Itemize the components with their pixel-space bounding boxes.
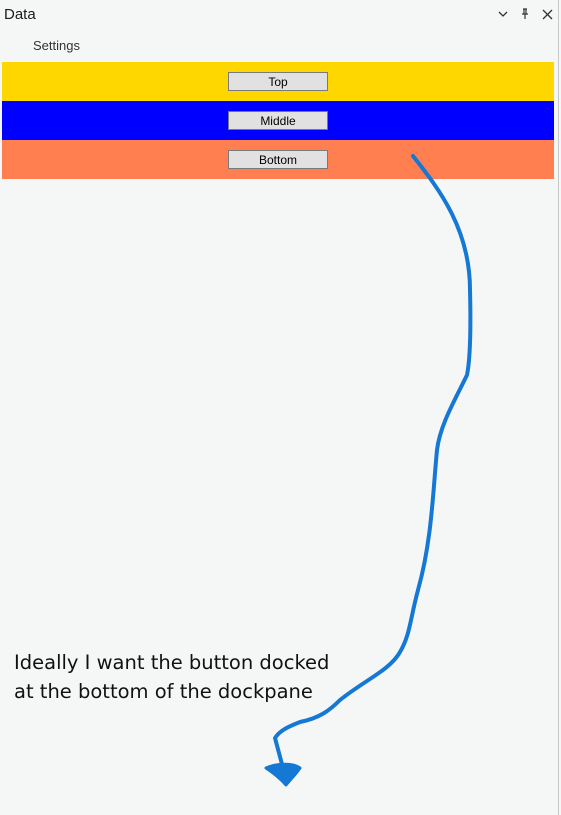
middle-button[interactable]: Middle	[228, 111, 328, 130]
middle-panel: Middle	[2, 101, 554, 140]
pin-icon[interactable]	[518, 5, 532, 23]
annotation-line-2: at the bottom of the dockpane	[14, 680, 313, 703]
bottom-panel: Bottom	[2, 140, 554, 179]
dockpane: Data Settings Top Middle Bottom Ideally …	[0, 0, 559, 815]
top-button[interactable]: Top	[228, 72, 328, 91]
close-icon[interactable]	[540, 5, 554, 23]
tab-settings[interactable]: Settings	[33, 38, 80, 53]
top-panel: Top	[2, 62, 554, 101]
annotation-line-1: Ideally I want the button docked	[14, 651, 330, 674]
titlebar-controls	[496, 5, 554, 23]
chevron-down-icon[interactable]	[496, 5, 510, 23]
bottom-button[interactable]: Bottom	[228, 150, 328, 169]
annotation-text: Ideally I want the button docked at the …	[14, 648, 344, 706]
dockpane-title: Data	[4, 6, 36, 23]
dockpane-titlebar: Data	[0, 0, 558, 30]
